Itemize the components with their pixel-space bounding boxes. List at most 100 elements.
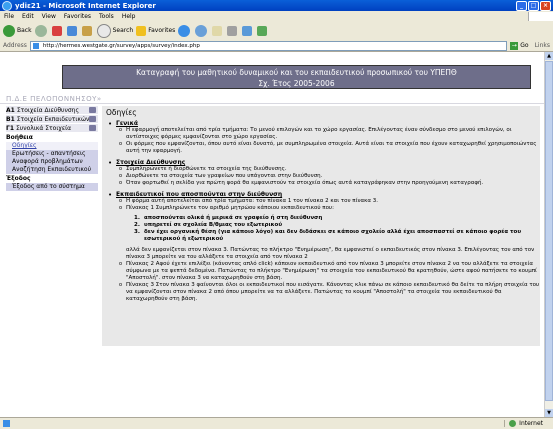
instruction-line: oΗ εφαρμογή αποτελείται από τρία τμήματα… — [119, 127, 512, 140]
home-button[interactable] — [81, 25, 94, 36]
print-button[interactable] — [227, 25, 239, 36]
address-bar: Address http://hermes.westgate.gr/survey… — [0, 40, 553, 52]
numbered-item: 1. αποσπούνται ολικά ή μερικά σε γραφείο … — [134, 215, 323, 221]
sidebar-item-code: Α1 — [6, 106, 15, 114]
ie-logo-icon — [2, 0, 12, 11]
messenger-button[interactable] — [257, 25, 269, 36]
mail-button[interactable] — [212, 25, 224, 36]
numbered-item: 2. υπηρετεί σε σχολεία Β/θμιας του εξωτερ… — [134, 222, 283, 228]
back-label: Back — [17, 27, 32, 34]
history-icon — [195, 24, 208, 37]
bullet-icon: • — [108, 191, 113, 199]
favorites-button[interactable]: Favorites — [136, 25, 176, 36]
favorites-label: Favorites — [148, 27, 176, 34]
menu-edit[interactable]: Edit — [18, 13, 38, 20]
page-icon — [32, 42, 39, 49]
instructions-panel: Οδηγίες • Γενικά oΗ εφαρμογή αποτελείται… — [102, 106, 540, 346]
search-button[interactable]: Search — [96, 23, 134, 38]
scroll-up-icon[interactable]: ▲ — [545, 52, 553, 60]
sidebar-item-direction[interactable]: Α1 Στοιχεία Διεύθυνσης — [6, 106, 98, 115]
window-title: ydiε21 - Microsoft Internet Explorer — [15, 1, 156, 10]
print-icon — [227, 25, 238, 36]
go-label: Go — [520, 42, 529, 49]
media-icon — [178, 24, 191, 37]
menu-favorites[interactable]: Favorites — [60, 13, 95, 20]
address-label: Address — [3, 42, 27, 49]
stop-button[interactable] — [51, 25, 64, 36]
sidebar-item-label: Στοιχεία Εκπαιδευτικών — [16, 115, 90, 123]
globe-icon — [509, 420, 517, 427]
computer-icon — [89, 107, 96, 113]
menu-file[interactable]: File — [0, 13, 18, 20]
instruction-line: o Οι φόρμες που εμφανίζονται, όπου αυτό ε… — [119, 141, 537, 154]
home-icon — [81, 25, 92, 36]
sidebar-item-report-problems[interactable]: Αναφορά προβλημάτων — [6, 158, 98, 166]
computer-icon — [89, 125, 96, 131]
windows-logo-icon — [528, 11, 553, 21]
page-status-icon — [3, 420, 10, 427]
maximize-button[interactable]: □ — [528, 0, 539, 11]
scroll-thumb[interactable] — [545, 61, 553, 401]
sidebar-item-search-teacher[interactable]: Αναζήτηση Εκπαιδευτικού — [6, 166, 98, 174]
close-button[interactable]: × — [540, 0, 551, 11]
back-button[interactable]: Back — [3, 24, 32, 37]
forward-button[interactable] — [34, 24, 49, 37]
section-title: Στοιχεία Διεύθυνσης — [116, 159, 186, 166]
links-label[interactable]: Links — [535, 42, 550, 49]
sidebar-item-logout[interactable]: Έξοδος από το σύστημα — [6, 183, 98, 191]
instruction-line: o Συμπληρώνετε ή διορθώνετε τα στοιχεία τ… — [119, 166, 287, 172]
go-arrow-icon: → — [510, 41, 519, 50]
window-controls: _ □ × — [516, 0, 551, 11]
instruction-line: o Όταν φορτωθεί η σελίδα για πρώτη φορά θ… — [119, 180, 484, 186]
address-url: http://hermes.westgate.gr/survey/apps/su… — [42, 42, 200, 49]
search-label: Search — [112, 27, 134, 34]
section-direction-data: • Στοιχεία Διεύθυνσης o Συμπληρώνετε ή δι… — [102, 159, 540, 187]
back-arrow-icon — [3, 24, 15, 37]
menu-view[interactable]: View — [38, 13, 60, 20]
instruction-line: o Διορθώνετε τα στοιχεία των γραφείων που… — [119, 173, 323, 179]
go-button[interactable]: → Go — [510, 41, 529, 50]
region-label: Π.Δ.Ε ΠΕΛΟΠΟΝΝΗΣΟΥ» — [6, 95, 102, 103]
instruction-note: αλλά δεν εμφανίζεται στον πίνακα 3. Πατώ… — [126, 247, 535, 260]
search-icon — [96, 23, 111, 38]
address-input[interactable]: http://hermes.westgate.gr/survey/apps/su… — [29, 40, 508, 51]
sidebar-exit-header: Έξοδος — [6, 175, 31, 182]
edit-button[interactable] — [242, 25, 254, 36]
banner-year: Σχ. Έτος 2005-2006 — [258, 79, 335, 88]
section-title: Γενικά — [116, 120, 138, 127]
scroll-down-icon[interactable]: ▼ — [545, 409, 553, 417]
refresh-button[interactable] — [66, 25, 79, 36]
section-seconded-teachers: • Εκπαιδευτικοί που αποσπούνται στην διε… — [102, 191, 540, 303]
window-titlebar: ydiε21 - Microsoft Internet Explorer _ □… — [0, 0, 553, 11]
sidebar-item-label: Στοιχεία Διεύθυνσης — [16, 106, 80, 114]
sidebar-menu: Α1 Στοιχεία Διεύθυνσης Β1 Στοιχεία Εκπαι… — [6, 106, 98, 191]
menu-tools[interactable]: Tools — [95, 13, 118, 20]
sidebar-item-teachers[interactable]: Β1 Στοιχεία Εκπαιδευτικών — [6, 115, 98, 124]
instruction-line: o Πίνακας 2 Αφού έχετε επιλέξει (κάνοντας… — [119, 261, 537, 281]
region-divider — [0, 103, 544, 104]
history-button[interactable] — [195, 24, 209, 37]
numbered-item: 3. δεν έχει οργανική θέση (για κάποιο λόγ… — [134, 229, 522, 242]
mail-icon — [212, 25, 223, 36]
sidebar-item-totals[interactable]: Γ1 Συνολικά Στοιχεία — [6, 124, 98, 133]
vertical-scrollbar[interactable]: ▲ ▼ — [544, 52, 553, 417]
star-icon — [136, 25, 147, 36]
content-heading: Οδηγίες — [106, 108, 137, 117]
media-button[interactable] — [178, 24, 192, 37]
status-bar: Internet — [0, 417, 553, 429]
page-viewport: Καταγραφή του μαθητικού δυναμικού και το… — [0, 52, 544, 417]
menu-help[interactable]: Help — [118, 13, 140, 20]
zone-label: Internet — [519, 420, 543, 427]
sidebar-item-instructions[interactable]: Οδηγίες — [6, 142, 98, 150]
toolbar: Back Search Favorites — [0, 21, 553, 41]
bullet-icon: • — [108, 159, 113, 167]
section-general: • Γενικά oΗ εφαρμογή αποτελείται από τρί… — [102, 120, 540, 155]
computer-icon — [89, 116, 96, 122]
sidebar-item-faq[interactable]: Ερωτήσεις - απαντήσεις — [6, 150, 98, 158]
minimize-button[interactable]: _ — [516, 0, 527, 11]
forward-arrow-icon — [34, 24, 47, 37]
stop-icon — [51, 25, 62, 36]
instruction-line: oΗ φόρμα αυτή αποτελείται από τρία τμήμα… — [119, 198, 379, 204]
sidebar-item-label: Συνολικά Στοιχεία — [16, 124, 72, 132]
sidebar-item-code: Γ1 — [6, 124, 14, 132]
